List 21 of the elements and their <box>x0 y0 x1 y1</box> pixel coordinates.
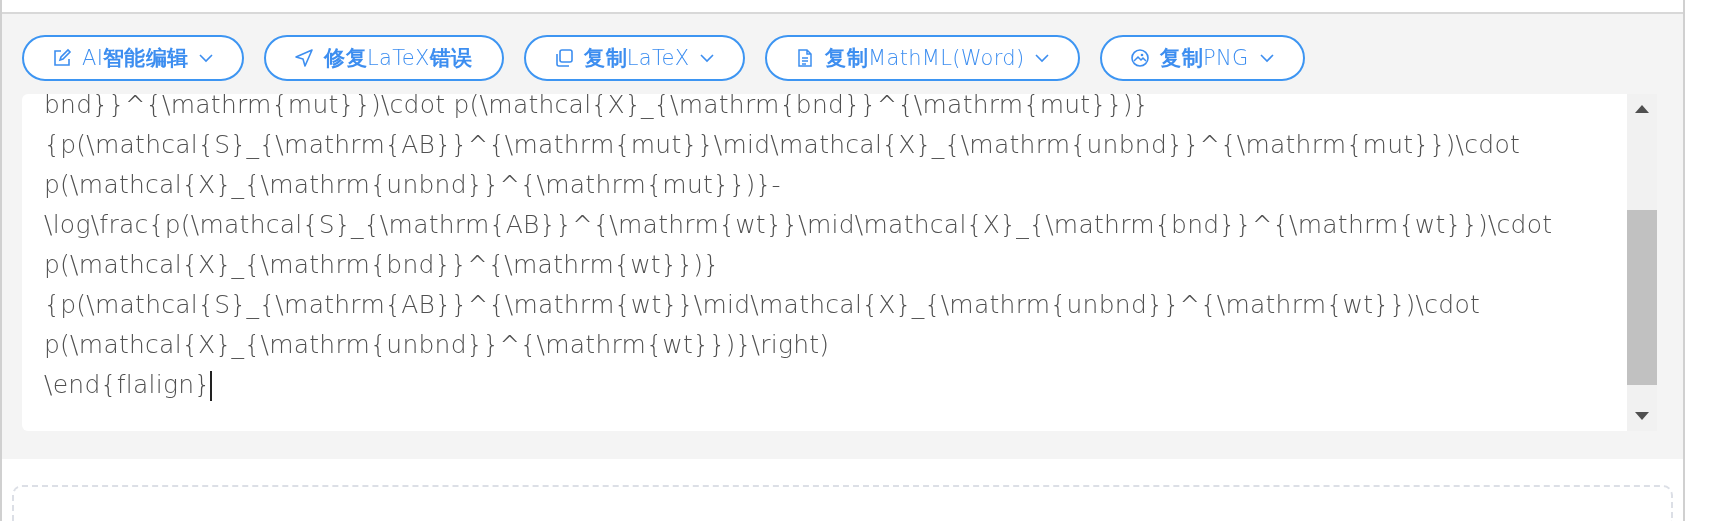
code-line: {p(\mathcal{S}_{\mathrm{AB}}^{\mathrm{mut}}\mid\mathcal{X}_{\mathrm{unbnd}}^{\mathrm{mut}})\cdot <box>44 129 1520 161</box>
code-line: p(\mathcal{X}_{\mathrm{unbnd}}^{\mathrm{mut}})}- <box>44 169 781 201</box>
code-line: p(\mathcal{X}_{\mathrm{bnd}}^{\mathrm{wt}})} <box>44 249 720 281</box>
code-line: \end{flalign} <box>44 369 213 403</box>
scroll-down-icon[interactable] <box>1635 412 1649 420</box>
toolbar-button[interactable]: 复制MathML(Word) <box>765 35 1081 81</box>
toolbar-button[interactable]: 复制LaTeX <box>524 35 746 81</box>
code-line: {p(\mathcal{S}_{\mathrm{AB}}^{\mathrm{wt}}\mid\mathcal{X}_{\mathrm{unbnd}}^{\mathrm{wt}})\cdot <box>44 289 1480 321</box>
code-line: p(\mathcal{X}_{\mathrm{unbnd}}^{\mathrm{wt}})}\right) <box>44 329 830 361</box>
image-icon <box>1130 48 1151 68</box>
toolbar-button[interactable]: AI智能编辑 <box>22 35 245 81</box>
text-cursor <box>210 371 213 401</box>
toolbar-button[interactable]: 复制PNG <box>1100 35 1305 81</box>
code-line: \log\frac{p(\mathcal{S}_{\mathrm{AB}}^{\mathrm{wt}}\mid\mathcal{X}_{\mathrm{bnd}}^{\mathrm{wt}})\cdot <box>44 209 1553 241</box>
copy-icon <box>554 48 575 68</box>
scroll-up-icon[interactable] <box>1635 105 1649 113</box>
edit-icon <box>52 48 72 68</box>
code-line: bnd}}^{\mathrm{mut}})\cdot p(\mathcal{X}_{\mathrm{bnd}}^{\mathrm{mut}})} <box>44 94 1149 121</box>
scroll-thumb[interactable] <box>1627 210 1657 385</box>
toolbar-button[interactable]: 修复LaTeX错误 <box>264 35 505 81</box>
send-icon <box>294 48 315 68</box>
